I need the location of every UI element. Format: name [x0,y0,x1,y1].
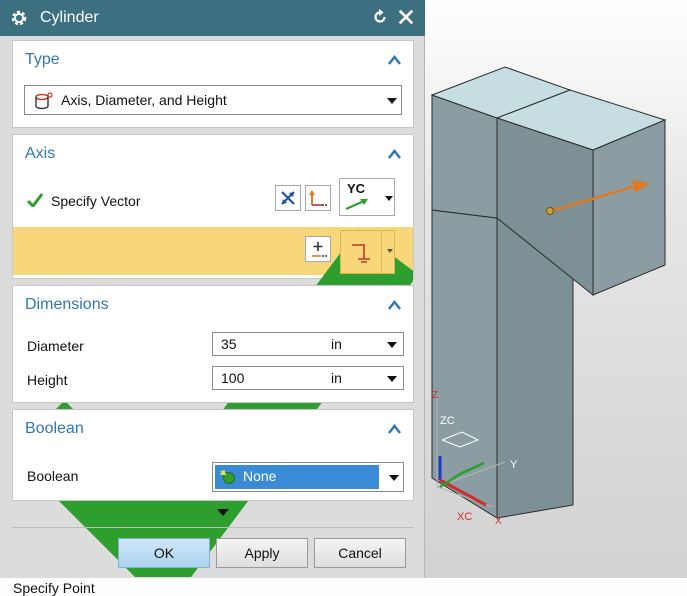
chevron-down-icon[interactable] [387,376,397,382]
type-select-value: Axis, Diameter, and Height [61,92,227,108]
diameter-field[interactable]: 35 in [212,332,404,356]
z-axis-label: Z [432,390,438,401]
xc-axis-label: XC [457,511,472,523]
height-label: Height [27,372,68,388]
chevron-up-icon[interactable] [388,300,401,310]
dialog-title: Cylinder [40,9,99,26]
y-axis-label: Y [510,459,518,471]
vector-type-combo[interactable]: YC [339,178,395,216]
gear-icon[interactable] [10,9,28,27]
axis-section-title: Axis [25,145,56,162]
diameter-unit-select[interactable]: in [327,333,403,355]
reverse-direction-icon [281,191,295,205]
height-unit-select[interactable]: in [327,367,403,389]
boolean-select[interactable]: None [212,462,404,492]
dialog-titlebar[interactable]: Cylinder [0,0,425,36]
type-section-header[interactable]: Type [13,41,413,79]
chevron-down-icon[interactable] [387,342,397,348]
check-icon [27,193,43,207]
inferred-point-icon [352,244,370,263]
cylinder-type-icon [35,92,53,110]
height-field[interactable]: 100 in [212,366,404,390]
cylinder-dialog: Cylinder Type Axis, Diameter, and Height [0,0,425,596]
combo-divider [381,231,382,273]
axis-section-header[interactable]: Axis [13,135,413,173]
vector-dialog-button[interactable] [305,185,331,211]
boolean-none-icon [220,470,235,484]
show-more-arrow-icon[interactable] [217,509,229,517]
chevron-down-icon[interactable] [385,249,395,255]
axis-section: Axis Specify Vector YC Specify Point [11,134,418,596]
specify-vector-label: Specify Vector [51,193,141,209]
dimensions-section-title: Dimensions [25,296,109,313]
chevron-up-icon[interactable] [388,149,401,159]
button-separator [12,527,414,528]
boolean-selected-option[interactable]: None [215,465,379,489]
vector-constructor-icon [309,190,327,206]
point-dialog-button[interactable] [305,236,331,262]
apply-button[interactable]: Apply [216,538,308,568]
height-value[interactable]: 100 [221,370,244,386]
boolean-section-header[interactable]: Boolean [13,410,413,448]
chevron-up-icon[interactable] [388,55,401,65]
chevron-down-icon[interactable] [384,196,394,202]
boolean-section: Boolean Boolean None [12,409,414,501]
block-right-face [592,119,666,296]
ok-button[interactable]: OK [118,538,210,568]
diameter-label: Diameter [27,338,84,354]
x-axis-label: X [495,516,502,527]
chevron-up-icon[interactable] [388,424,401,434]
dimensions-section-header[interactable]: Dimensions [13,286,413,324]
diameter-value[interactable]: 35 [221,336,237,352]
dimensions-section: Dimensions Diameter 35 in Height 100 in [12,285,414,403]
chevron-down-icon[interactable] [387,98,397,104]
type-select[interactable]: Axis, Diameter, and Height [24,85,402,115]
chevron-down-icon[interactable] [389,475,399,481]
height-unit: in [331,370,342,386]
boolean-section-title: Boolean [25,420,84,437]
reverse-direction-button[interactable] [275,185,301,211]
axis-origin-point[interactable] [546,207,554,215]
cancel-button[interactable]: Cancel [314,538,406,568]
vector-arrow-icon [345,199,368,211]
close-icon[interactable] [397,8,415,26]
reset-icon[interactable] [371,8,389,26]
type-section: Type Axis, Diameter, and Height [12,40,414,128]
boolean-value: None [243,468,277,484]
graphics-viewport[interactable]: ZC Z Y XC X [425,0,687,578]
diameter-unit: in [331,336,342,352]
boolean-label: Boolean [27,468,79,484]
point-type-combo[interactable] [340,230,395,274]
point-constructor-icon [312,242,327,257]
type-section-title: Type [25,51,60,68]
yc-label: YC [347,181,366,196]
zc-axis-label: ZC [440,415,455,427]
specify-point-label: Specify Point [13,580,95,596]
